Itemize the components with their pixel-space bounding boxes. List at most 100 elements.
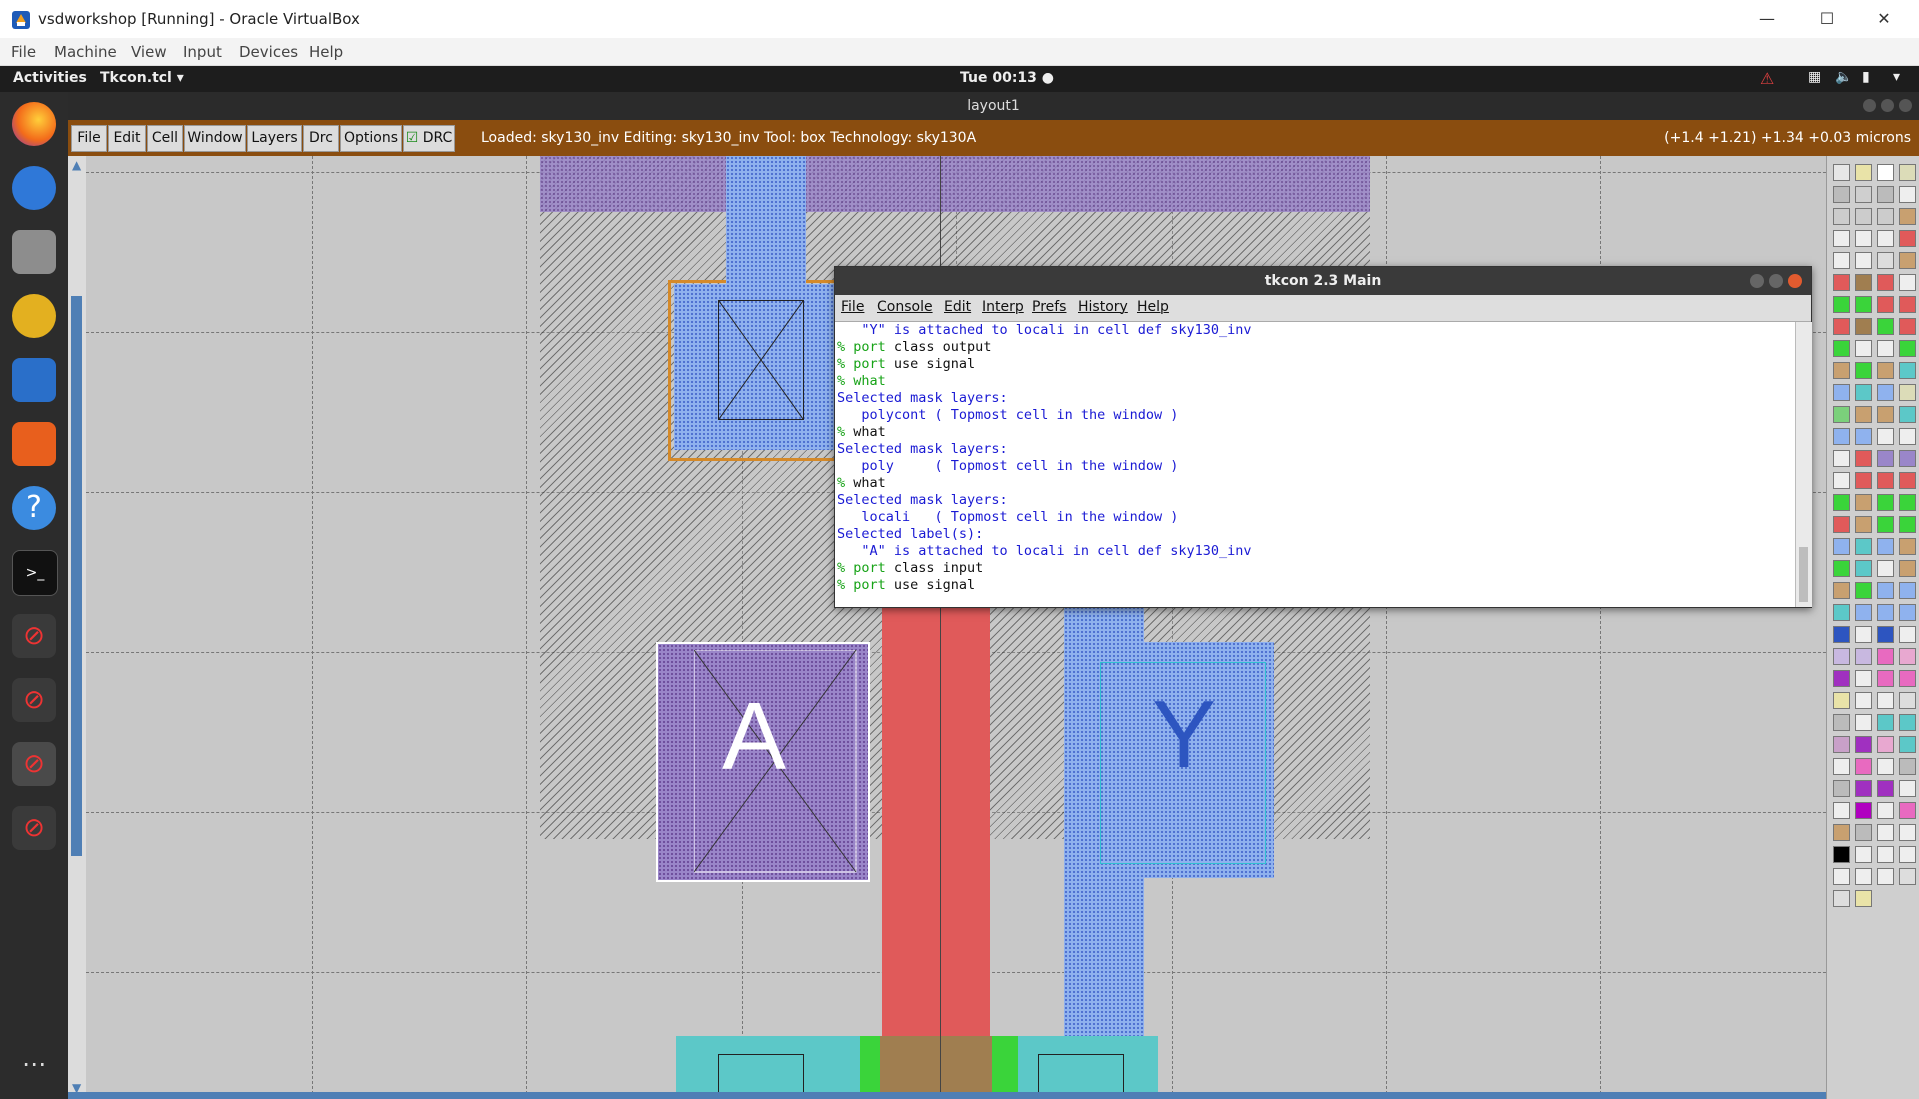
layer-swatch[interactable]	[1855, 890, 1872, 907]
layer-swatch[interactable]	[1833, 692, 1850, 709]
layer-swatch[interactable]	[1877, 604, 1894, 621]
vertical-scrollbar[interactable]: ▲ ▼	[68, 156, 86, 1099]
tkcon-scroll-thumb[interactable]	[1799, 547, 1808, 602]
layer-swatch[interactable]	[1833, 362, 1850, 379]
layer-swatch[interactable]	[1855, 164, 1872, 181]
show-apps-icon[interactable]: ⋯	[12, 1042, 56, 1086]
lock-icon[interactable]	[1833, 758, 1850, 775]
layer-swatch[interactable]	[1833, 670, 1850, 687]
thunderbird-icon[interactable]	[12, 166, 56, 210]
layer-swatch[interactable]	[1877, 648, 1894, 665]
tkcon-menu-help[interactable]: Help	[1137, 299, 1169, 315]
layer-swatch[interactable]	[1855, 494, 1872, 511]
layer-swatch[interactable]	[1833, 296, 1850, 313]
rhythmbox-icon[interactable]	[12, 294, 56, 338]
layer-swatch[interactable]	[1855, 824, 1872, 841]
layer-swatch[interactable]	[1855, 274, 1872, 291]
horizontal-scrollbar[interactable]	[68, 1092, 1848, 1099]
layer-swatch[interactable]	[1833, 890, 1850, 907]
help-icon[interactable]: ?	[12, 486, 56, 530]
lock-icon[interactable]	[1877, 868, 1894, 885]
layer-swatch[interactable]	[1877, 406, 1894, 423]
layer-swatch[interactable]	[1877, 472, 1894, 489]
layer-swatch[interactable]	[1833, 494, 1850, 511]
minimize-button[interactable]: —	[1745, 6, 1789, 32]
layer-swatch[interactable]	[1833, 186, 1850, 203]
layer-swatch[interactable]	[1855, 296, 1872, 313]
menu-file[interactable]: File	[11, 43, 36, 61]
tkcon-console-output[interactable]: "Y" is attached to locali in cell def sk…	[835, 322, 1795, 607]
layer-swatch[interactable]	[1833, 516, 1850, 533]
minimize-button[interactable]	[1863, 99, 1876, 112]
layer-swatch[interactable]	[1899, 516, 1916, 533]
lock-icon[interactable]	[1855, 714, 1872, 731]
layer-swatch[interactable]	[1855, 780, 1872, 797]
lock-icon[interactable]	[1855, 230, 1872, 247]
layer-swatch[interactable]	[1855, 450, 1872, 467]
lock-icon[interactable]	[1877, 758, 1894, 775]
layer-swatch[interactable]	[1855, 516, 1872, 533]
layer-swatch[interactable]	[1855, 802, 1872, 819]
layer-swatch[interactable]	[1877, 450, 1894, 467]
layer-swatch[interactable]	[1899, 362, 1916, 379]
layer-swatch[interactable]	[1833, 208, 1850, 225]
terminal-icon[interactable]: >_	[12, 550, 58, 596]
layer-swatch[interactable]	[1899, 560, 1916, 577]
warning-icon[interactable]: ⚠	[1760, 69, 1774, 88]
layer-swatch[interactable]	[1899, 340, 1916, 357]
battery-icon[interactable]: ▮	[1862, 69, 1870, 85]
lock-icon[interactable]	[1833, 868, 1850, 885]
layer-swatch[interactable]	[1855, 186, 1872, 203]
system-menu-chevron-icon[interactable]: ▾	[1893, 69, 1900, 85]
layer-swatch[interactable]	[1833, 714, 1850, 731]
menu-input[interactable]: Input	[183, 43, 222, 61]
lock-icon[interactable]	[1833, 230, 1850, 247]
blocked-app-icon[interactable]: ⊘	[12, 614, 56, 658]
activities-button[interactable]: Activities	[13, 70, 87, 86]
tkcon-menu-history[interactable]: History	[1078, 299, 1128, 315]
lock-icon[interactable]	[1877, 802, 1894, 819]
clock[interactable]: Tue 00:13 ●	[960, 70, 1054, 86]
layer-swatch[interactable]	[1855, 428, 1872, 445]
layer-swatch[interactable]	[1899, 538, 1916, 555]
layer-swatch[interactable]	[1833, 846, 1850, 863]
layer-swatch[interactable]	[1899, 648, 1916, 665]
layer-swatch[interactable]	[1833, 318, 1850, 335]
network-icon[interactable]: ▦	[1808, 69, 1821, 85]
menu-help[interactable]: Help	[309, 43, 343, 61]
magic-menu-cell[interactable]: Cell	[147, 125, 183, 152]
layer-swatch[interactable]	[1899, 670, 1916, 687]
layer-swatch[interactable]	[1877, 318, 1894, 335]
menu-devices[interactable]: Devices	[239, 43, 298, 61]
layer-swatch[interactable]	[1899, 384, 1916, 401]
lock-icon[interactable]	[1855, 626, 1872, 643]
layer-palette[interactable]	[1826, 156, 1919, 1099]
writer-icon[interactable]	[12, 358, 56, 402]
magic-menu-layers[interactable]: Layers	[247, 125, 302, 152]
maximize-button[interactable]: ☐	[1805, 6, 1849, 32]
magic-menu-file[interactable]: File	[71, 125, 107, 152]
layer-swatch[interactable]	[1833, 384, 1850, 401]
layer-swatch[interactable]	[1833, 648, 1850, 665]
tkcon-scrollbar[interactable]	[1795, 322, 1812, 607]
layer-swatch[interactable]	[1899, 736, 1916, 753]
lock-icon[interactable]	[1899, 824, 1916, 841]
minimize-button[interactable]	[1750, 274, 1764, 288]
layer-swatch[interactable]	[1833, 560, 1850, 577]
close-button[interactable]	[1899, 99, 1912, 112]
blocked-app-icon[interactable]: ⊘	[12, 742, 56, 786]
layer-swatch[interactable]	[1855, 318, 1872, 335]
lock-icon[interactable]	[1877, 428, 1894, 445]
lock-icon[interactable]	[1855, 692, 1872, 709]
layer-swatch[interactable]	[1899, 296, 1916, 313]
volume-icon[interactable]: 🔈	[1835, 69, 1852, 85]
layer-swatch[interactable]	[1833, 164, 1850, 181]
layer-swatch[interactable]	[1899, 494, 1916, 511]
layer-swatch[interactable]	[1833, 274, 1850, 291]
layer-swatch[interactable]	[1877, 164, 1894, 181]
app-menu[interactable]: Tkcon.tcl ▾	[100, 70, 184, 86]
software-icon[interactable]	[12, 422, 56, 466]
lock-icon[interactable]	[1877, 230, 1894, 247]
layer-swatch[interactable]	[1833, 824, 1850, 841]
layer-swatch[interactable]	[1899, 604, 1916, 621]
